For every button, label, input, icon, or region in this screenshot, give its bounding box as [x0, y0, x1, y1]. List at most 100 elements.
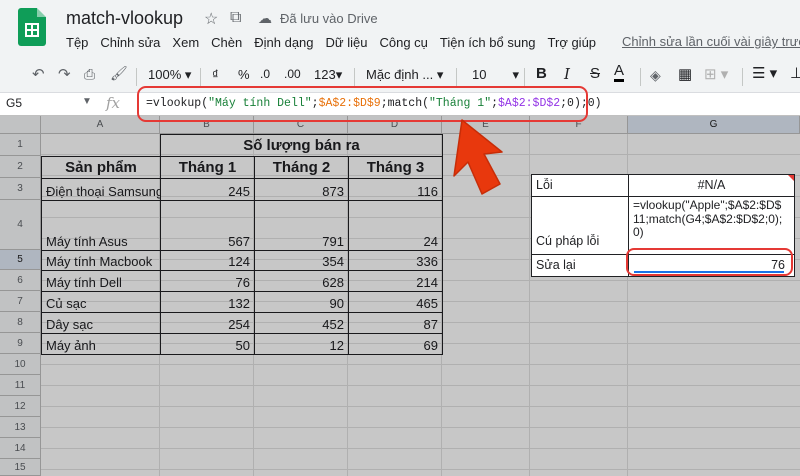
menu-format[interactable]: Định dạng	[254, 35, 313, 50]
value-cell[interactable]: 336	[348, 250, 443, 271]
value-cell[interactable]: 254	[160, 312, 255, 334]
value-cell[interactable]: 124	[160, 250, 255, 271]
merged-title-cell[interactable]: Số lượng bán ra	[160, 134, 443, 157]
menu-bar: Tệp Chỉnh sửa Xem Chèn Định dạng Dữ liệu Công …	[66, 34, 608, 54]
row-header[interactable]: 1	[0, 134, 41, 156]
menu-file[interactable]: Tệp	[66, 35, 88, 50]
value-cell[interactable]: 465	[348, 291, 443, 313]
value-cell[interactable]: 452	[254, 312, 349, 334]
row-header[interactable]: 2	[0, 156, 41, 178]
value-cell[interactable]: 628	[254, 270, 349, 292]
value-cell[interactable]: 24	[348, 200, 443, 251]
menu-data[interactable]: Dữ liệu	[326, 35, 368, 50]
row-header[interactable]: 8	[0, 312, 41, 333]
document-title[interactable]: match-vlookup	[66, 8, 183, 29]
syntax-line: =vlookup("Apple";$A$2:$D$	[633, 199, 782, 212]
name-box[interactable]: G5	[6, 96, 22, 110]
row-header[interactable]: 14	[0, 438, 41, 459]
sheets-logo-icon[interactable]	[18, 8, 46, 46]
undo-icon[interactable]: ↶	[32, 65, 45, 83]
product-cell[interactable]: Điện thoại Samsung	[41, 178, 161, 201]
value-cell[interactable]: 12	[254, 333, 349, 355]
row-header[interactable]: 7	[0, 291, 41, 312]
product-cell[interactable]: Máy tính Macbook	[41, 250, 161, 271]
currency-button[interactable]: ₫	[212, 67, 219, 82]
menu-tools[interactable]: Công cụ	[379, 35, 427, 50]
value-cell[interactable]: 87	[348, 312, 443, 334]
menu-edit[interactable]: Chỉnh sửa	[100, 35, 160, 50]
row-header[interactable]: 9	[0, 333, 41, 354]
menu-help[interactable]: Trợ giúp	[548, 35, 597, 50]
value-cell[interactable]: 791	[254, 200, 349, 251]
error-label: Lỗi	[536, 178, 553, 192]
fix-label: Sửa lại	[536, 258, 576, 272]
header-cell[interactable]: Tháng 3	[348, 156, 443, 179]
header-cell[interactable]: Tháng 1	[160, 156, 255, 179]
decrease-decimal-button[interactable]: .0	[260, 67, 270, 81]
title-bar: match-vlookup ☆ ⧉ ☁ Đã lưu vào Drive Tệp…	[0, 0, 800, 60]
value-cell[interactable]: 50	[160, 333, 255, 355]
value-cell[interactable]: 245	[160, 178, 255, 201]
header-cell[interactable]: Tháng 2	[254, 156, 349, 179]
product-cell[interactable]: Máy tính Dell	[41, 270, 161, 292]
value-cell[interactable]: 354	[254, 250, 349, 271]
syntax-line: 11;match(G4;$A$2:$D$2;0);	[633, 211, 783, 226]
strikethrough-button[interactable]: S	[590, 65, 600, 82]
increase-decimal-button[interactable]: .00	[284, 67, 301, 81]
row-header[interactable]: 12	[0, 396, 41, 417]
row-header[interactable]: 13	[0, 417, 41, 438]
valign-icon[interactable]: ⊥	[790, 64, 800, 82]
column-header-g[interactable]: G	[628, 116, 800, 134]
pointer-arrow-icon	[453, 119, 503, 195]
row-header[interactable]: 11	[0, 375, 41, 396]
value-cell[interactable]: 76	[160, 270, 255, 292]
product-cell[interactable]: Máy ảnh	[41, 333, 161, 355]
font-size-select[interactable]: 10 ▾	[472, 67, 519, 83]
select-all-corner[interactable]	[0, 116, 41, 134]
font-select[interactable]: Mặc định ... ▾	[366, 67, 443, 83]
menu-addons[interactable]: Tiện ích bổ sung	[440, 35, 536, 50]
fix-value-highlight	[626, 248, 793, 276]
value-cell[interactable]: 214	[348, 270, 443, 292]
error-value[interactable]: #N/A	[629, 178, 794, 192]
text-color-button[interactable]: A	[614, 63, 625, 82]
spreadsheet-grid: A B C D E F G 1 2 3 4 5 6 7 8 9 10 11 12…	[0, 116, 800, 476]
fill-color-icon[interactable]: ◈	[650, 67, 661, 84]
last-edit-link[interactable]: Chỉnh sửa lần cuối vài giây trước	[622, 34, 800, 49]
row-header[interactable]: 10	[0, 354, 41, 375]
folder-move-icon[interactable]: ⧉	[230, 9, 241, 27]
value-cell[interactable]: 90	[254, 291, 349, 313]
header-cell[interactable]: Sản phẩm	[41, 156, 161, 179]
borders-icon[interactable]: ▦	[678, 65, 692, 83]
star-icon[interactable]: ☆	[204, 9, 218, 29]
cloud-done-icon[interactable]: ☁	[258, 10, 272, 27]
value-cell[interactable]: 116	[348, 178, 443, 201]
redo-icon[interactable]: ↷	[58, 65, 71, 83]
product-cell[interactable]: Dây sạc	[41, 312, 161, 334]
merge-cells-icon[interactable]: ⊞ ▾	[704, 65, 728, 83]
menu-view[interactable]: Xem	[172, 35, 199, 50]
syntax-formula[interactable]: =vlookup("Apple";$A$2:$D$ 11;match(G4;$A…	[629, 199, 794, 240]
print-icon[interactable]: ⎙	[84, 66, 95, 83]
formula-highlight	[137, 86, 588, 122]
row-header[interactable]: 6	[0, 270, 41, 291]
value-cell[interactable]: 567	[160, 200, 255, 251]
menu-insert[interactable]: Chèn	[211, 35, 242, 50]
row-header[interactable]: 5	[0, 250, 41, 270]
value-cell[interactable]: 873	[254, 178, 349, 201]
value-cell[interactable]: 132	[160, 291, 255, 313]
name-box-dropdown-icon[interactable]: ▼	[82, 96, 92, 107]
italic-button[interactable]: I	[564, 65, 570, 83]
product-cell[interactable]: Củ sạc	[41, 291, 161, 313]
paint-format-icon[interactable]: 🖌	[110, 65, 128, 82]
value-cell[interactable]: 69	[348, 333, 443, 355]
more-formats-button[interactable]: 123▾	[314, 67, 342, 83]
row-header[interactable]: 3	[0, 178, 41, 200]
percent-button[interactable]: %	[238, 67, 250, 82]
row-header[interactable]: 4	[0, 200, 41, 250]
product-cell[interactable]: Máy tính Asus	[41, 200, 161, 251]
row-header[interactable]: 15	[0, 459, 41, 476]
align-icon[interactable]: ☰ ▾	[752, 64, 777, 82]
bold-button[interactable]: B	[536, 65, 547, 82]
zoom-select[interactable]: 100% ▾	[148, 67, 191, 83]
